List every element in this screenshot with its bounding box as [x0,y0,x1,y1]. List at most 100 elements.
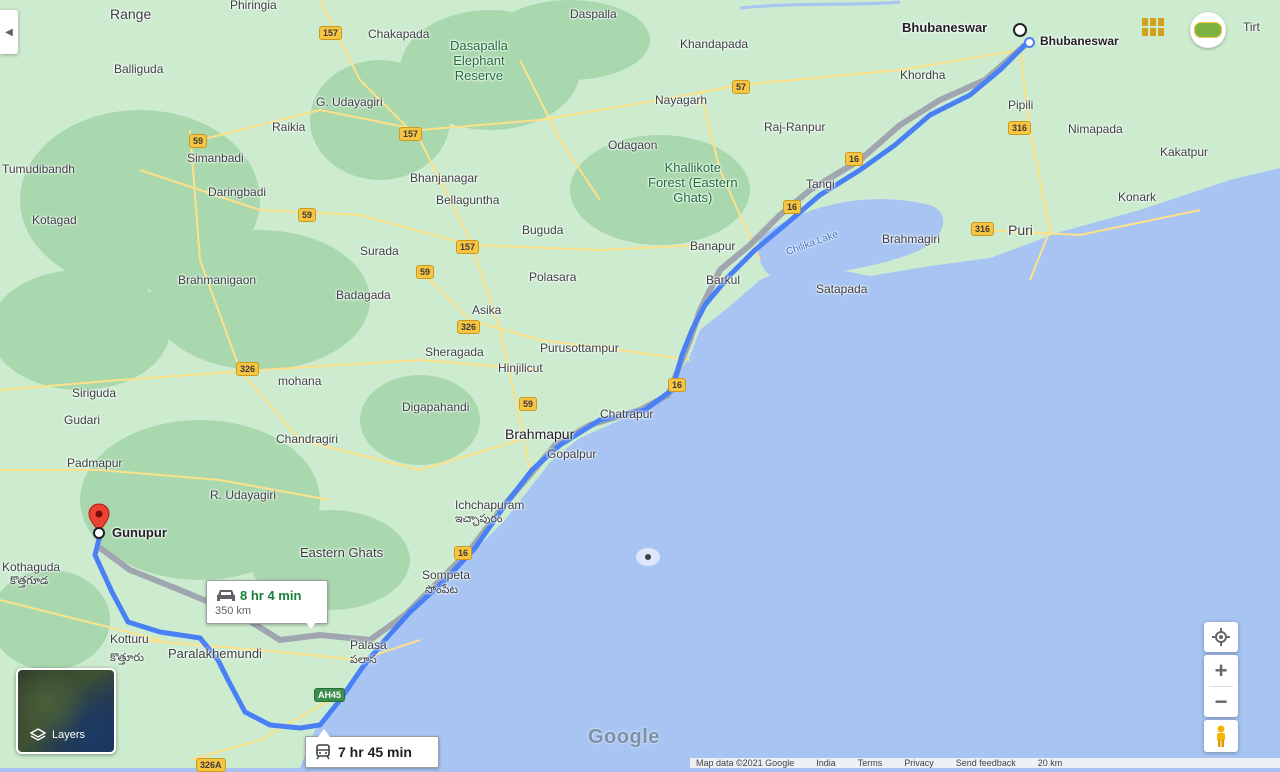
place-raikia: Raikia [272,120,306,134]
place-banapur: Banapur [690,239,736,253]
account-avatar[interactable] [1190,12,1226,48]
pegman-icon [1217,725,1225,747]
zoom-out-button[interactable]: − [1215,687,1228,717]
place-ichchapuram-te: ఇచ్ఛాపురం [455,513,503,525]
place-gudari: Gudari [64,413,101,427]
place-satapada: Satapada [816,282,868,296]
place-puri: Puri [1008,222,1033,238]
google-logo: Google [588,726,660,748]
highway-shield: 16 [668,378,687,392]
place-gopalpur: Gopalpur [547,447,597,461]
sea-marker [636,548,660,566]
place-nayagarh: Nayagarh [655,93,708,107]
place-kotturu-te: కొత్తూరు [110,652,144,664]
highway-shield: 59 [189,134,208,148]
place-asika: Asika [472,303,502,317]
place-chandragiri: Chandragiri [276,432,339,446]
place-paralakhemundi: Paralakhemundi [168,646,262,661]
place-balliguda: Balliguda [114,62,164,76]
transit-route-callout[interactable]: 7 hr 45 min [305,736,439,768]
highway-shield: 326 [457,320,481,334]
layers-label: Layers [52,729,86,741]
place-ichchapuram: Ichchapuram [455,498,525,512]
place-pipili: Pipili [1008,98,1034,112]
destination-label: Gunupur [112,525,167,540]
destination-pin-icon[interactable] [88,503,110,539]
drive-route-callout[interactable]: 8 hr 4 min 350 km [206,580,328,624]
place-tirt: Tirt [1243,20,1260,34]
highway-shield: 59 [416,265,435,279]
layers-icon [30,728,46,741]
highway-shield: 57 [732,80,751,94]
place-barkul: Barkul [706,273,741,287]
place-brahmapur: Brahmapur [505,426,575,442]
place-sompeta-te: సోంపేట [425,584,458,596]
terms-link[interactable]: Terms [858,758,883,768]
highway-shield: 326A [196,758,226,772]
scale-label[interactable]: 20 km [1038,758,1063,768]
highway-shield: 59 [519,397,538,411]
place-bhanjanagar: Bhanjanagar [410,171,479,185]
origin-label: Bhubaneswar [902,20,988,35]
place-kothaguda: Kothaguda [2,560,61,574]
place-tumudibandh: Tumudibandh [2,162,75,176]
place-khandapada: Khandapada [680,37,749,51]
place-nimapada: Nimapada [1068,122,1123,136]
highway-shield: 16 [454,546,473,560]
avatar-logo-icon [1194,22,1222,38]
place-polasara: Polasara [529,270,577,284]
place-kotturu: Kotturu [110,632,149,646]
highway-shield: 157 [319,26,343,40]
street-view-button[interactable] [1204,720,1238,752]
highway-shield: 316 [1008,121,1032,135]
place-kothaguda-te: కొత్తగూడ [10,575,49,587]
place-bellaguntha: Bellaguntha [436,193,500,207]
highway-shield: 59 [298,208,317,222]
place-daringbadi: Daringbadi [208,185,267,199]
drive-time: 8 hr 4 min [240,588,302,603]
place-sompeta: Sompeta [422,568,471,582]
highway-shield: 157 [456,240,480,254]
place-konark: Konark [1118,190,1157,204]
highway-shield: 326 [236,362,260,376]
place-r-udayagiri: R. Udayagiri [210,488,277,502]
highway-shield: AH45 [314,688,346,702]
place-raj-ranpur: Raj-Ranpur [764,120,826,134]
place-phiringia: Phiringia [230,0,277,12]
country-link[interactable]: India [816,758,836,768]
origin-marker[interactable] [1013,23,1027,37]
place-kotagad: Kotagad [32,213,77,227]
my-location-button[interactable] [1204,622,1238,652]
car-icon [217,590,235,601]
place-khordha: Khordha [900,68,946,82]
zoom-in-button[interactable]: + [1215,656,1228,686]
map-data-attribution: Map data ©2021 Google [696,758,795,768]
drive-distance: 350 km [215,605,252,617]
zoom-control: + − [1204,655,1238,717]
place-purusottampur: Purusottampur [540,341,619,355]
place-dasapalla-reserve: Dasapalla Elephant Reserve [450,38,508,83]
send-feedback-link[interactable]: Send feedback [956,758,1016,768]
privacy-link[interactable]: Privacy [904,758,934,768]
origin-dot [1024,37,1035,48]
place-simanbadi: Simanbadi [187,151,244,165]
place-chakapada: Chakapada [368,27,430,41]
place-siriguda: Siriguda [72,386,117,400]
place-digapahandi: Digapahandi [402,400,470,414]
place-g-udayagiri: G. Udayagiri [316,95,383,109]
train-icon [316,744,330,760]
map-footer: Map data ©2021 Google India Terms Privac… [690,758,1280,768]
place-daspalla: Daspalla [570,7,617,21]
place-brahmanigaon: Brahmanigaon [178,273,257,287]
place-khallikote-forest: Khallikote Forest (Eastern Ghats) [648,160,738,205]
collapse-panel-button[interactable]: ◀ [0,10,18,54]
place-padmapur: Padmapur [67,456,123,470]
transit-callout-tail [318,729,330,737]
place-palasa-te: పలాస [350,654,377,666]
crosshair-icon [1212,628,1230,646]
layers-button[interactable]: Layers [16,668,116,754]
origin-city-label: Bhubaneswar [1040,34,1119,48]
apps-grid-icon[interactable] [1142,18,1164,36]
place-odagaon: Odagaon [608,138,658,152]
place-badagada: Badagada [336,288,391,302]
